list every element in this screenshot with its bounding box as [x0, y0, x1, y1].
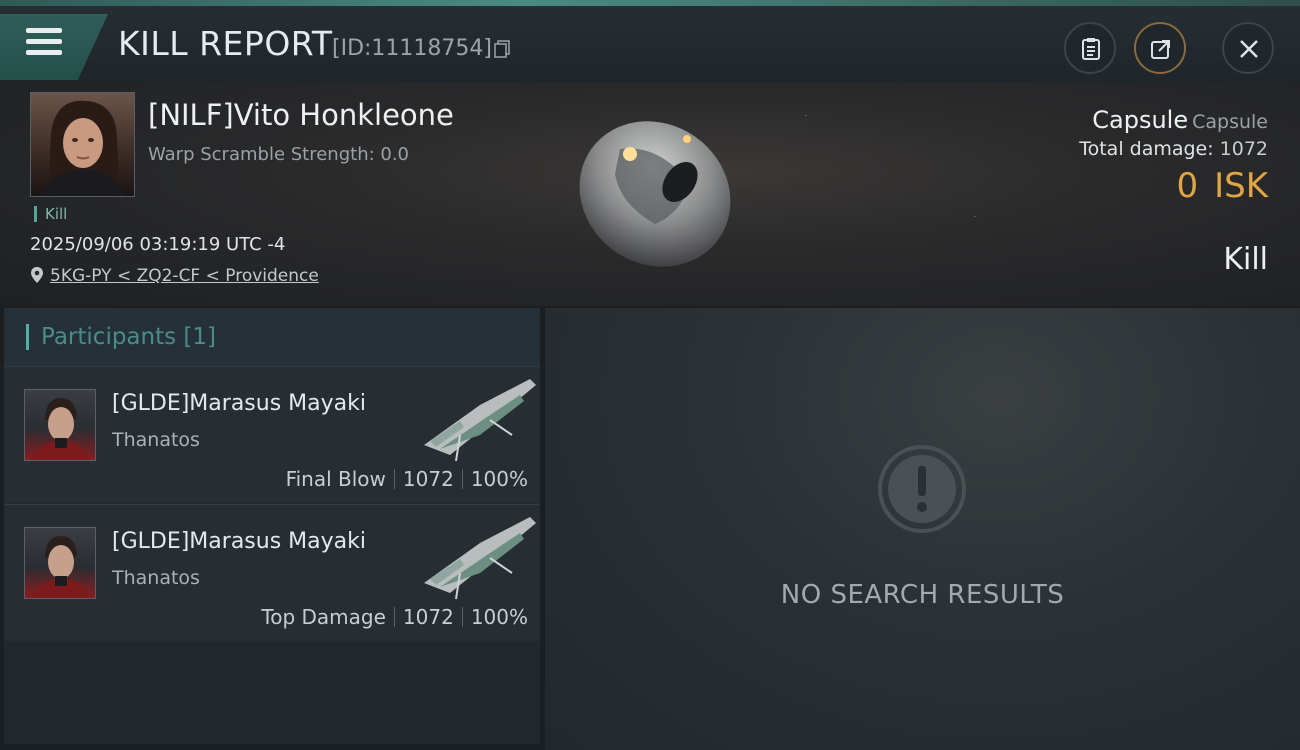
participant-row[interactable]: [GLDE]Marasus Mayaki Thanatos Top Damage… — [4, 504, 540, 641]
participant-avatar[interactable] — [24, 527, 96, 599]
participant-ship: Thanatos — [112, 429, 200, 451]
victim-summary: [NILF]Vito Honkleone Warp Scramble Stren… — [0, 82, 1300, 306]
isk-label: ISK — [1214, 166, 1268, 206]
kill-result: Kill — [1223, 242, 1268, 277]
close-icon — [1240, 40, 1258, 58]
victim-ship-name[interactable]: Capsule — [1092, 106, 1188, 134]
share-button[interactable] — [1134, 22, 1186, 74]
page-title: KILL REPORT — [118, 24, 333, 63]
victim-ship-class: Capsule — [1192, 111, 1268, 133]
participant-avatar-icon — [31, 398, 89, 460]
no-results-text: NO SEARCH RESULTS — [780, 580, 1065, 610]
location-pin-icon — [31, 267, 43, 283]
victim-avatar-icon — [41, 100, 125, 196]
victim-name[interactable]: [NILF]Vito Honkleone — [148, 98, 454, 132]
search-results-panel: NO SEARCH RESULTS — [545, 308, 1300, 750]
participants-panel: Participants [1] [GLDE]Marasus Mayaki Th… — [4, 308, 540, 744]
participants-title: Participants [1] — [26, 324, 216, 350]
participant-stats: Final Blow 1072 100% — [286, 467, 528, 491]
participant-percent: 100% — [470, 605, 528, 629]
thanatos-ship-image — [424, 517, 536, 600]
hamburger-icon — [26, 28, 62, 60]
kill-tag: Kill — [34, 206, 67, 222]
participant-name[interactable]: [GLDE]Marasus Mayaki — [112, 391, 366, 416]
participant-avatar[interactable] — [24, 389, 96, 461]
total-damage-value: 1072 — [1219, 138, 1268, 160]
stats-divider — [461, 469, 463, 489]
total-damage-label: Total damage: — [1079, 138, 1214, 160]
participant-damage: 1072 — [402, 605, 454, 629]
alert-icon — [878, 445, 966, 533]
warp-scramble-strength: Warp Scramble Strength: 0.0 — [148, 144, 410, 165]
clipboard-button[interactable] — [1064, 22, 1116, 74]
victim-portrait[interactable] — [30, 92, 135, 197]
participant-row[interactable]: [GLDE]Marasus Mayaki Thanatos Final Blow… — [4, 366, 540, 503]
isk-value: 0 — [1176, 166, 1199, 206]
participant-name[interactable]: [GLDE]Marasus Mayaki — [112, 529, 366, 554]
close-button[interactable] — [1222, 22, 1274, 74]
kill-datetime: 2025/09/06 03:19:19 UTC -4 — [30, 234, 286, 255]
participant-ship: Thanatos — [112, 567, 200, 589]
participant-role: Final Blow — [285, 467, 386, 491]
victim-ship-info: Capsule Capsule Total damage: 1072 0 ISK — [1079, 106, 1268, 206]
copy-icon[interactable] — [494, 40, 510, 58]
thanatos-ship-image — [424, 379, 536, 462]
participant-percent: 100% — [470, 467, 528, 491]
capsule-ship-image — [579, 121, 731, 267]
participant-avatar-icon — [31, 536, 89, 598]
participants-header: Participants [1] — [4, 308, 540, 366]
clipboard-icon — [1082, 38, 1100, 60]
stats-divider — [393, 469, 395, 489]
share-icon — [1151, 40, 1170, 59]
participant-role: Top Damage — [261, 605, 386, 629]
location-link[interactable]: 5KG-PY < ZQ2-CF < Providence — [50, 266, 319, 286]
stats-divider — [461, 607, 463, 627]
participant-damage: 1072 — [402, 467, 454, 491]
kill-location[interactable]: 5KG-PY < ZQ2-CF < Providence — [30, 266, 319, 286]
menu-button[interactable] — [0, 14, 108, 80]
report-id: [ID:11118754] — [332, 36, 492, 61]
stats-divider — [393, 607, 395, 627]
header-bar: KILL REPORT [ID:11118754] — [0, 6, 1300, 82]
participant-stats: Top Damage 1072 100% — [261, 605, 528, 629]
